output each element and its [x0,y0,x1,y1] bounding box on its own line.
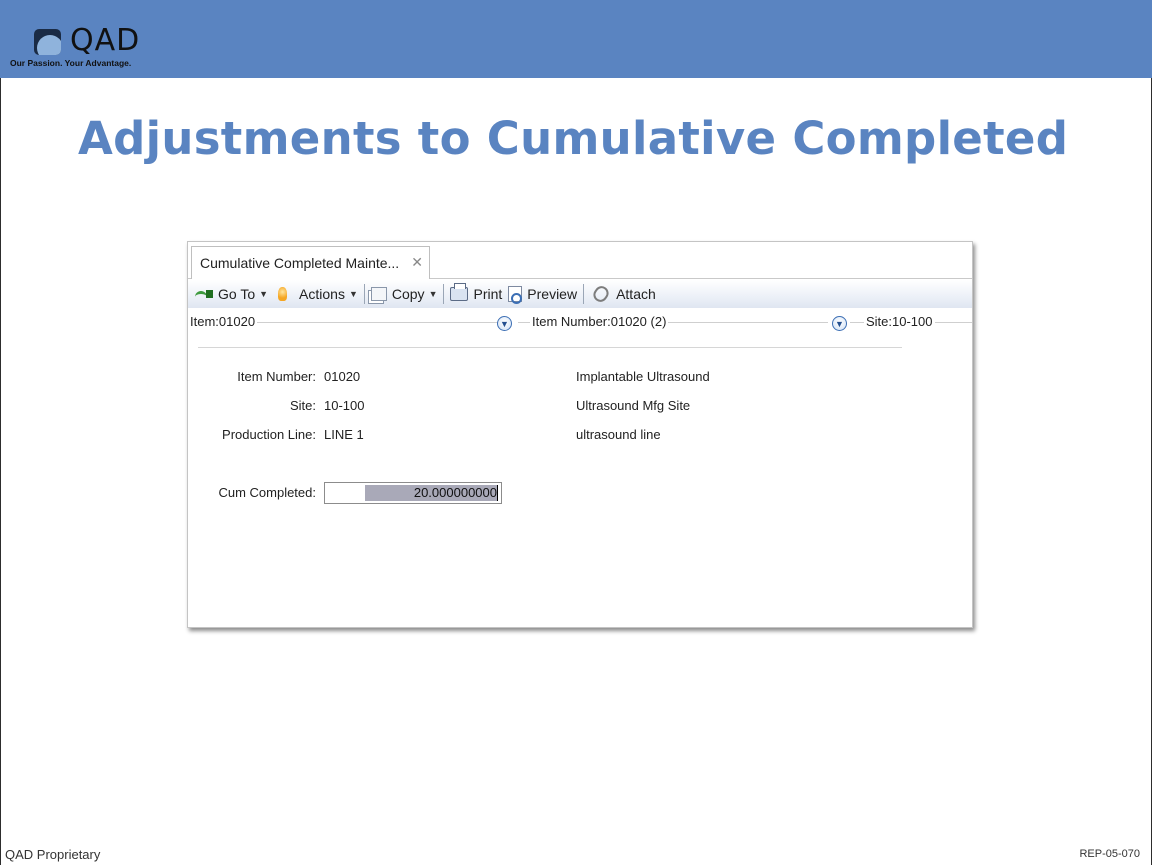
footer-slide-code: REP-05-070 [1079,848,1140,860]
slide-title: Adjustments to Cumulative Completed [78,112,1069,165]
copy-icon [370,287,387,301]
lightbulb-icon [278,287,288,301]
print-label: Print [473,286,503,302]
copy-button[interactable]: Copy ▼ [368,282,441,306]
item-number-value: 01020 [324,369,361,384]
site-description: Ultrasound Mfg Site [576,398,691,413]
site-value: 10-100 [324,398,365,413]
app-window: Cumulative Completed Mainte... ✕ Go To ▼… [187,241,973,628]
toolbar-separator [363,284,365,304]
preview-button[interactable]: Preview [505,282,580,306]
close-icon[interactable]: ✕ [411,254,423,271]
tab-label: Cumulative Completed Mainte... [200,255,400,271]
goto-icon [195,289,213,299]
cum-completed-label: Cum Completed: [218,485,316,500]
chevron-down-icon: ▼ [259,289,269,299]
text-caret [497,485,498,501]
tab-cumulative-completed[interactable]: Cumulative Completed Mainte... ✕ [191,246,430,279]
attach-label: Attach [616,286,656,302]
toolbar-separator [583,284,585,304]
attach-button[interactable]: Attach [587,282,659,306]
actions-button[interactable]: Actions ▼ [271,282,361,306]
production-line-description: ultrasound line [576,427,661,442]
goto-label: Go To [218,286,256,302]
qad-logo: QAD Our Passion. Your Advantage. [10,24,190,72]
item-number-label: Item Number: [237,369,316,384]
preview-icon [508,286,523,304]
header-band: QAD Our Passion. Your Advantage. [0,0,1152,78]
print-button[interactable]: Print [447,282,505,306]
cum-completed-value: 20.000000000 [413,485,497,500]
site-label: Site: [289,398,316,413]
breadcrumb-item[interactable]: Item Number:01020 (2) [530,314,669,329]
paperclip-icon [590,283,612,305]
tab-strip: Cumulative Completed Mainte... ✕ [188,242,972,279]
chevron-down-icon: ▼ [348,289,358,299]
breadcrumb-item[interactable]: Item:01020 [188,314,258,329]
actions-label: Actions [299,286,345,302]
item-description: Implantable Ultrasound [576,369,710,384]
printer-icon [450,283,469,301]
cum-completed-input[interactable]: 20.000000000 [324,482,502,504]
toolbar: Go To ▼ Actions ▼ Copy ▼ Print Preview A… [188,280,972,308]
breadcrumb-item[interactable]: Site:10-100 [864,314,935,329]
logo-text: QAD [70,23,141,58]
copy-label: Copy [391,286,425,302]
goto-button[interactable]: Go To ▼ [192,282,271,306]
preview-label: Preview [527,286,578,302]
qad-logo-icon [34,29,61,55]
footer-proprietary: QAD Proprietary [5,847,101,862]
production-line-value: LINE 1 [324,427,364,442]
logo-tagline: Our Passion. Your Advantage. [10,58,132,68]
chevron-down-icon: ▼ [428,289,438,299]
breadcrumb: Item:01020 ▼ Item Number:01020 (2) ▼ Sit… [188,309,972,333]
toolbar-separator [443,284,445,304]
chevron-down-icon[interactable]: ▼ [832,316,847,331]
production-line-label: Production Line: [222,427,316,442]
form-divider [198,347,902,348]
chevron-down-icon[interactable]: ▼ [497,316,512,331]
